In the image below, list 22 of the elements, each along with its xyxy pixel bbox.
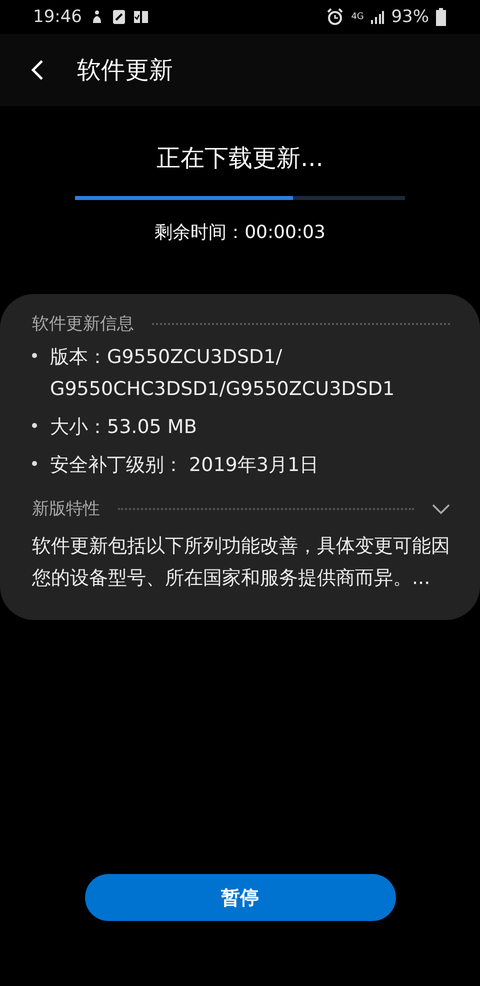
remaining-time: 剩余时间：00:00:03	[154, 221, 326, 244]
section-heading: 新版特性	[32, 498, 100, 520]
page-title: 软件更新	[77, 55, 173, 86]
bullet-icon	[32, 423, 37, 428]
info-item: 安全补丁级别： 2019年3月1日	[50, 453, 319, 478]
checklist-icon	[133, 9, 149, 25]
back-icon[interactable]	[29, 59, 45, 81]
bullet-icon	[32, 461, 37, 466]
chevron-icon[interactable]	[432, 502, 450, 514]
network-type: 4G	[351, 12, 364, 22]
info-item: 版本：G9550ZCU3DSD1/ G9550CHC3DSD1/G9550ZCU3DSD1	[50, 345, 395, 402]
features-text: 软件更新包括以下所列功能改善，具体变更可能因您的设备型号、所在国家和服务提供商而异。...	[32, 534, 450, 591]
battery-percent: 93%	[391, 7, 429, 27]
alarm-icon	[326, 8, 344, 26]
signal-icon	[370, 10, 384, 24]
section-heading: 软件更新信息	[32, 313, 134, 335]
pause-button[interactable]: 暂停	[84, 874, 396, 921]
info-item: 大小：53.05 MB	[50, 415, 197, 440]
status-time: 19:46	[33, 7, 82, 27]
download-status: 正在下载更新...	[156, 143, 324, 174]
battery-icon	[436, 8, 446, 26]
bullet-icon	[32, 353, 37, 358]
